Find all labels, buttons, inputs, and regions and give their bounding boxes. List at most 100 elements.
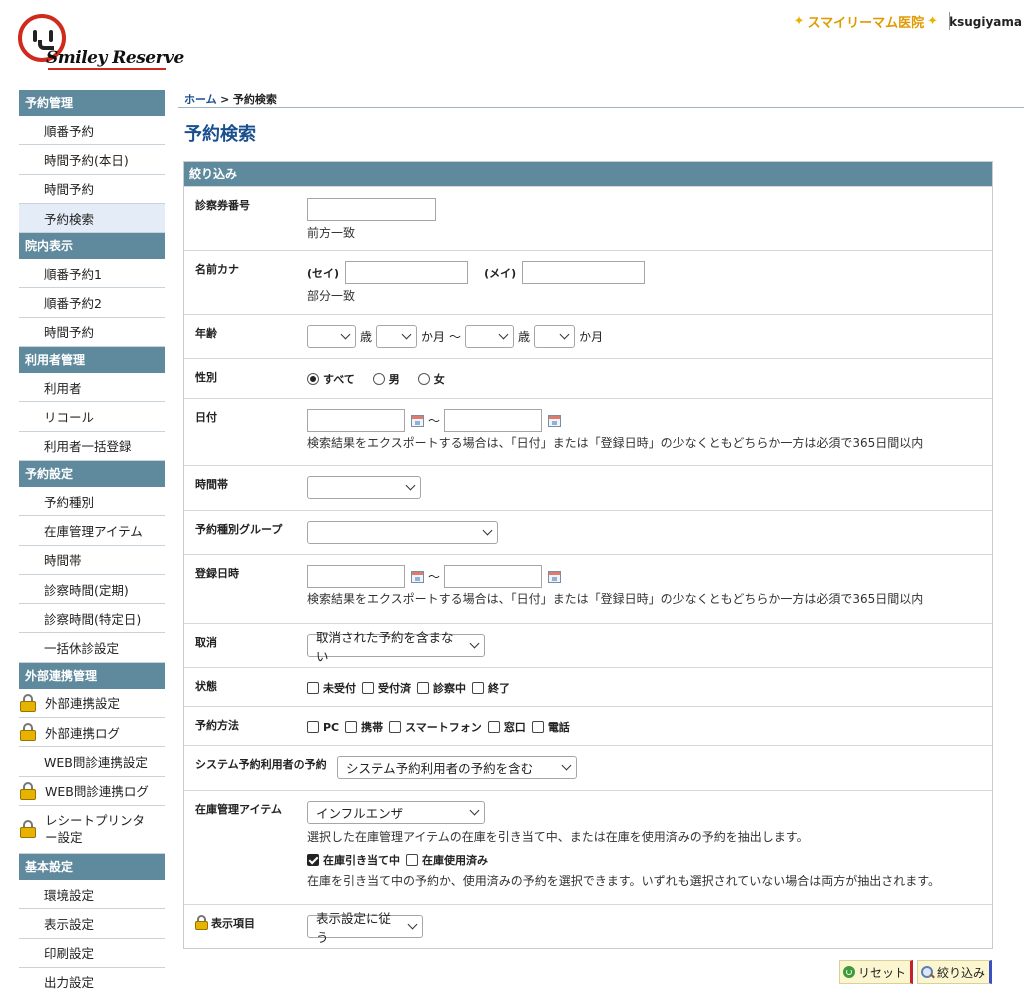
breadcrumb-home-link[interactable]: ホーム: [184, 93, 217, 106]
app-logo[interactable]: Smiley Reserve: [18, 14, 184, 70]
sidebar-item-bulk-holiday[interactable]: 一括休診設定: [19, 633, 165, 663]
status-not-received-checkbox[interactable]: 未受付: [307, 680, 356, 696]
clinic-title: ✦ スマイリーマム医院 ✦: [794, 12, 938, 31]
sidebar-item-print[interactable]: 印刷設定: [19, 938, 165, 968]
status-finished-checkbox[interactable]: 終了: [472, 680, 510, 696]
reservation-group-select[interactable]: [307, 521, 498, 544]
sidebar-section-basic: 基本設定: [19, 853, 165, 880]
calendar-icon[interactable]: [548, 570, 562, 583]
sidebar-item-display[interactable]: 表示設定: [19, 909, 165, 939]
sidebar-item-hours-specific[interactable]: 診察時間(特定日): [19, 604, 165, 634]
sidebar-section-external: 外部連携管理: [19, 662, 165, 689]
display-items-select[interactable]: 表示設定に従う: [307, 911, 423, 945]
sidebar-item-reservation-search[interactable]: 予約検索: [19, 203, 165, 234]
sidebar-section-users: 利用者管理: [19, 347, 165, 374]
age-to-months-select[interactable]: [534, 325, 576, 348]
sidebar-item-external-log[interactable]: 外部連携ログ: [19, 718, 165, 748]
sidebar-item-label: WEB問診連携ログ: [45, 784, 149, 800]
date-range-separator: 〜: [428, 414, 441, 428]
calendar-icon[interactable]: [411, 414, 424, 427]
filter-heading: 絞り込み: [184, 162, 992, 186]
username[interactable]: ksugiyama: [949, 15, 1022, 29]
sidebar-item-users[interactable]: 利用者: [19, 373, 165, 403]
cancel-select[interactable]: 取消された予約を含まない: [307, 630, 485, 664]
gender-female-radio[interactable]: 女: [417, 371, 445, 387]
sidebar-item-queue-1[interactable]: 順番予約1: [19, 259, 165, 289]
mei-input[interactable]: [522, 261, 646, 284]
sidebar-section-reservation-settings: 予約設定: [19, 460, 165, 487]
logo-text: Smiley Reserve: [46, 48, 184, 68]
status-in-exam-checkbox[interactable]: 診察中: [417, 680, 466, 696]
sidebar-item-bulk-register[interactable]: 利用者一括登録: [19, 431, 165, 461]
sidebar-item-label: レシートプリンター設定: [45, 813, 146, 846]
system-user-select[interactable]: システム予約利用者の予約を含む: [337, 756, 577, 779]
method-counter-checkbox[interactable]: 窓口: [487, 719, 526, 735]
clinic-name: スマイリーマム医院: [807, 16, 925, 31]
chevron-down-icon: [401, 329, 412, 340]
calendar-icon[interactable]: [411, 570, 424, 583]
chevron-down-icon: [482, 525, 493, 536]
sidebar-item-web-interview-settings[interactable]: WEB問診連携設定: [19, 747, 165, 777]
calendar-icon[interactable]: [548, 414, 562, 427]
breadcrumb-divider: [178, 107, 1024, 108]
cancel-label: 取消: [195, 636, 217, 649]
registered-at-label: 登録日時: [195, 567, 239, 580]
sidebar-item-label: 外部連携ログ: [45, 725, 121, 741]
age-year-unit-2: 歳: [518, 330, 531, 344]
age-to-years-select[interactable]: [465, 325, 515, 348]
date-to-input[interactable]: [444, 409, 543, 432]
sidebar-item-time-reservation-today[interactable]: 時間予約(本日): [19, 145, 165, 175]
row-timeslot: 時間帯: [184, 465, 992, 510]
sidebar-item-recall[interactable]: リコール: [19, 402, 165, 432]
mei-label: (メイ): [484, 266, 517, 280]
age-year-unit: 歳: [360, 330, 373, 344]
stock-used-checkbox[interactable]: 在庫使用済み: [406, 852, 488, 868]
display-items-label-wrap: 表示項目: [184, 905, 296, 948]
registered-to-input[interactable]: [444, 565, 543, 588]
sidebar-item-queue-2[interactable]: 順番予約2: [19, 288, 165, 318]
sidebar-item-time-reservation[interactable]: 時間予約: [19, 174, 165, 204]
star-right-icon: ✦: [927, 14, 938, 29]
reset-icon: [842, 966, 855, 978]
method-mobile-checkbox[interactable]: 携帯: [345, 719, 383, 735]
row-registered-at: 登録日時 〜 検索結果をエクスポートする場合は、「日付」または「登録日時」の少な…: [184, 554, 992, 623]
sidebar-item-label: 外部連携設定: [45, 696, 121, 712]
status-received-checkbox[interactable]: 受付済: [362, 680, 411, 696]
sidebar-item-time-display[interactable]: 時間予約: [19, 317, 165, 348]
sidebar-item-time-slots[interactable]: 時間帯: [19, 545, 165, 575]
timeslot-select[interactable]: [307, 476, 421, 499]
chevron-down-icon: [407, 919, 418, 930]
sidebar-item-hours-regular[interactable]: 診察時間(定期): [19, 574, 165, 605]
lock-icon: [20, 693, 36, 712]
stock-allocated-checkbox[interactable]: 在庫引き当て中: [307, 852, 400, 868]
method-smartphone-checkbox[interactable]: スマートフォン: [389, 719, 482, 735]
stock-selection-hint: 在庫を引き当て中の予約か、使用済みの予約を選択できます。いずれも選択されていない…: [307, 874, 941, 888]
lock-icon: [20, 781, 36, 800]
lock-icon: [20, 820, 36, 839]
timeslot-label: 時間帯: [195, 478, 228, 491]
sidebar-item-reservation-types[interactable]: 予約種別: [19, 486, 165, 517]
age-from-months-select[interactable]: [376, 325, 418, 348]
chevron-down-icon: [405, 480, 416, 491]
age-label: 年齢: [195, 327, 217, 340]
sidebar-item-environment[interactable]: 環境設定: [19, 879, 165, 910]
method-pc-checkbox[interactable]: PC: [307, 721, 339, 734]
filter-button[interactable]: 絞り込み: [916, 960, 992, 984]
sidebar-item-stock-items[interactable]: 在庫管理アイテム: [19, 516, 165, 546]
sidebar-item-external-settings[interactable]: 外部連携設定: [19, 688, 165, 719]
registered-from-input[interactable]: [307, 565, 405, 588]
date-from-input[interactable]: [307, 409, 405, 432]
sei-input[interactable]: [345, 261, 469, 284]
reset-button[interactable]: リセット: [838, 960, 913, 984]
sidebar-item-output[interactable]: 出力設定: [19, 967, 165, 991]
sidebar-item-queue-reservation[interactable]: 順番予約: [19, 116, 165, 146]
sidebar-item-web-interview-log[interactable]: WEB問診連携ログ: [19, 776, 165, 806]
lock-icon: [20, 723, 36, 742]
stock-item-select[interactable]: インフルエンザ: [307, 801, 485, 824]
method-phone-checkbox[interactable]: 電話: [531, 719, 570, 735]
gender-male-radio[interactable]: 男: [372, 371, 400, 387]
ticket-number-input[interactable]: [307, 198, 436, 221]
sidebar-item-receipt-printer[interactable]: レシートプリンター設定: [19, 805, 165, 854]
age-from-years-select[interactable]: [307, 325, 356, 348]
gender-all-radio[interactable]: すべて: [307, 371, 355, 387]
